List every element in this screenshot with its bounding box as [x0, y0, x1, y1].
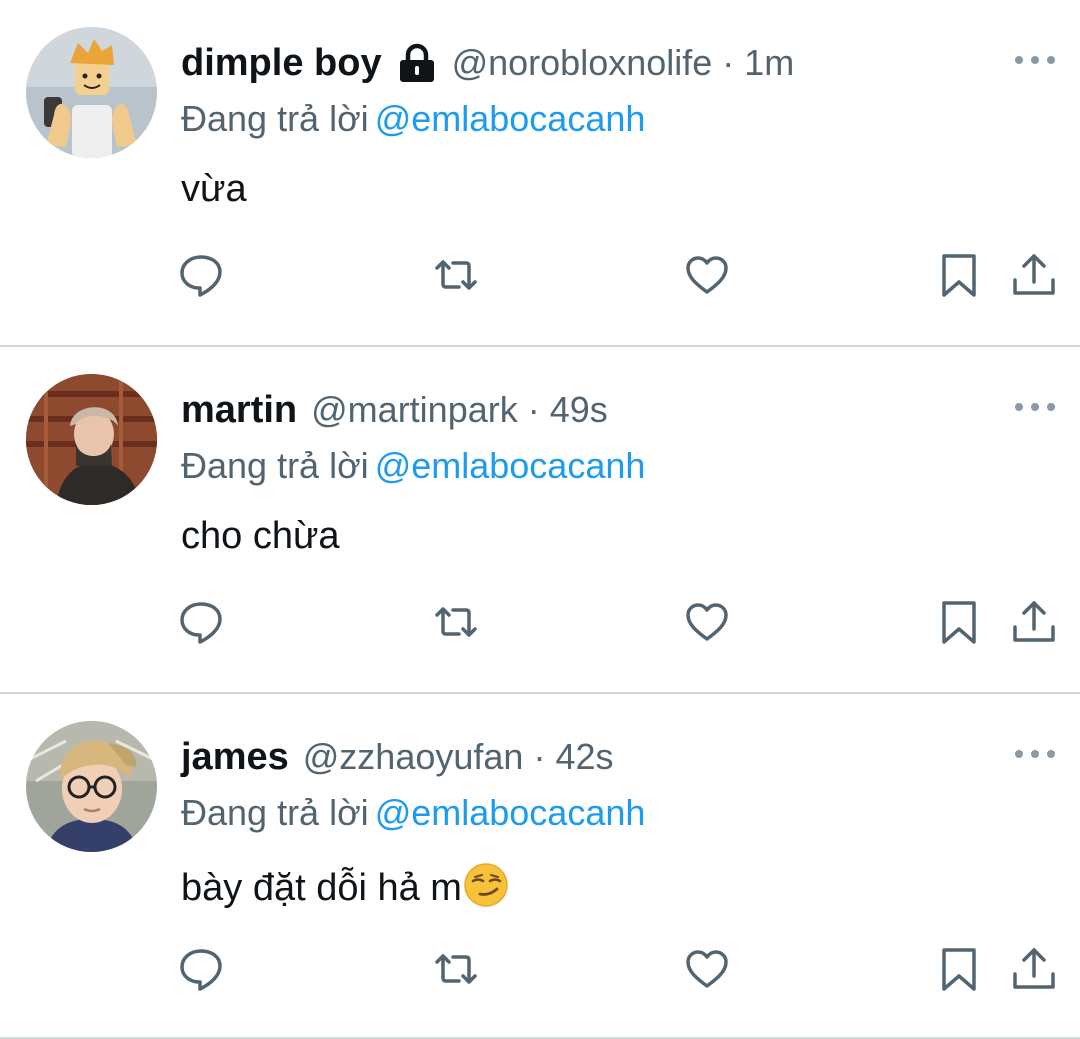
avatar[interactable]: [26, 27, 157, 158]
share-icon: [1013, 254, 1055, 295]
display-name[interactable]: james: [181, 736, 289, 779]
tweet-text: bày đặt dỗi hả m: [181, 862, 509, 910]
tweet-text: vừa: [181, 168, 247, 210]
tweet-actions: [0, 597, 1080, 647]
like-button[interactable]: [682, 944, 732, 994]
bookmark-button[interactable]: [934, 597, 984, 647]
timestamp[interactable]: 42s: [555, 736, 613, 778]
heart-icon: [686, 603, 728, 641]
tweet-actions: [0, 250, 1080, 300]
display-name[interactable]: dimple boy: [181, 42, 382, 85]
reply-feed: dimple boy @norobloxnolife · 1m Đang trả…: [0, 0, 1080, 1039]
tweet-header: martin @martinpark · 49s: [181, 385, 608, 435]
more-icon[interactable]: [1015, 48, 1055, 72]
heart-icon: [686, 256, 728, 294]
reply-icon: [180, 949, 222, 991]
avatar-image: [26, 721, 157, 852]
lock-icon: [398, 43, 436, 83]
retweet-icon: [435, 954, 477, 984]
mention-link[interactable]: @emlabocacanh: [375, 98, 646, 139]
reply-button[interactable]: [176, 597, 226, 647]
replying-to: Đang trả lời @emlabocacanh: [181, 445, 645, 487]
avatar-image: [26, 27, 157, 158]
bookmark-icon: [942, 601, 976, 644]
reply-button[interactable]: [176, 250, 226, 300]
heart-icon: [686, 950, 728, 988]
tweet-header: dimple boy @norobloxnolife · 1m: [181, 38, 794, 88]
replying-to: Đang trả lời @emlabocacanh: [181, 98, 645, 140]
tweet-header: james @zzhaoyufan · 42s: [181, 732, 613, 782]
retweet-button[interactable]: [431, 250, 481, 300]
retweet-icon: [435, 607, 477, 637]
replying-label: Đang trả lời: [181, 792, 369, 833]
timestamp[interactable]: 49s: [550, 389, 608, 431]
share-button[interactable]: [1009, 597, 1059, 647]
retweet-icon: [435, 260, 477, 290]
separator-dot: ·: [533, 736, 546, 777]
bookmark-button[interactable]: [934, 944, 984, 994]
user-handle[interactable]: @martinpark: [311, 389, 518, 431]
tweet-text: cho chừa: [181, 515, 340, 557]
tweet[interactable]: dimple boy @norobloxnolife · 1m Đang trả…: [0, 0, 1080, 347]
user-handle[interactable]: @zzhaoyufan: [303, 736, 524, 778]
reply-icon: [180, 602, 222, 644]
replying-label: Đang trả lời: [181, 98, 369, 139]
bookmark-icon: [942, 948, 976, 991]
user-handle[interactable]: @norobloxnolife: [452, 42, 713, 84]
share-icon: [1013, 948, 1055, 989]
tweet-text-content: bày đặt dỗi hả m: [181, 867, 462, 909]
mention-link[interactable]: @emlabocacanh: [375, 792, 646, 833]
smirking-face-icon: [464, 863, 508, 907]
retweet-button[interactable]: [431, 944, 481, 994]
reply-icon: [180, 255, 222, 297]
share-button[interactable]: [1009, 944, 1059, 994]
bookmark-icon: [942, 254, 976, 297]
avatar[interactable]: [26, 721, 157, 852]
tweet[interactable]: martin @martinpark · 49s Đang trả lời @em…: [0, 347, 1080, 694]
display-name[interactable]: martin: [181, 389, 297, 432]
separator-dot: ·: [527, 389, 540, 430]
tweet-actions: [0, 944, 1080, 994]
share-button[interactable]: [1009, 250, 1059, 300]
avatar[interactable]: [26, 374, 157, 505]
separator-dot: ·: [722, 42, 735, 83]
like-button[interactable]: [682, 597, 732, 647]
like-button[interactable]: [682, 250, 732, 300]
bookmark-button[interactable]: [934, 250, 984, 300]
reply-button[interactable]: [176, 944, 226, 994]
retweet-button[interactable]: [431, 597, 481, 647]
replying-label: Đang trả lời: [181, 445, 369, 486]
avatar-image: [26, 374, 157, 505]
more-icon[interactable]: [1015, 742, 1055, 766]
replying-to: Đang trả lời @emlabocacanh: [181, 792, 645, 834]
timestamp[interactable]: 1m: [744, 42, 794, 84]
more-icon[interactable]: [1015, 395, 1055, 419]
tweet[interactable]: james @zzhaoyufan · 42s Đang trả lời @eml…: [0, 694, 1080, 1039]
share-icon: [1013, 601, 1055, 642]
mention-link[interactable]: @emlabocacanh: [375, 445, 646, 486]
